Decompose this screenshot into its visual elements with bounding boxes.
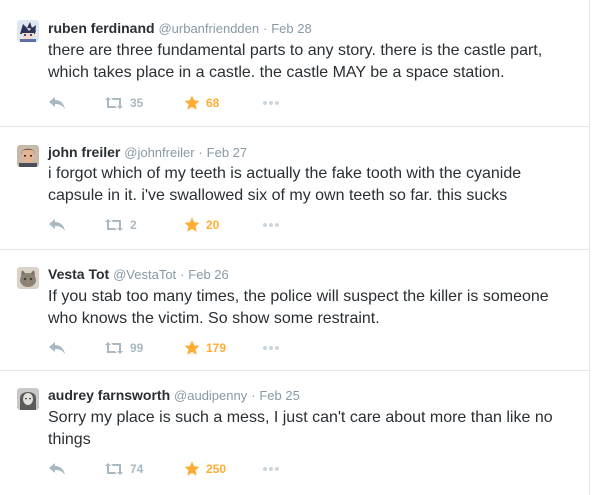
star-icon: [184, 461, 200, 476]
fullname[interactable]: audrey farnsworth: [48, 387, 170, 403]
timestamp[interactable]: Feb 26: [188, 267, 228, 282]
avatar[interactable]: [17, 20, 39, 42]
username[interactable]: @audipenny: [174, 388, 247, 403]
reply-button[interactable]: [48, 461, 66, 477]
cat-photo-avatar-icon: [17, 267, 39, 289]
separator-dot: ·: [198, 145, 203, 160]
separator-dot: ·: [251, 388, 256, 403]
tweet[interactable]: ruben ferdinand @urbanfriendden · Feb 28…: [0, 0, 589, 127]
star-icon: [184, 340, 200, 355]
separator-dot: ·: [263, 21, 268, 36]
reply-button[interactable]: [48, 217, 66, 233]
favorite-button[interactable]: 20: [184, 217, 219, 233]
tweet[interactable]: audrey farnsworth @audipenny · Feb 25 So…: [0, 371, 589, 495]
avatar[interactable]: [17, 388, 39, 410]
reply-icon: [49, 342, 65, 354]
retweet-count: 35: [130, 96, 144, 110]
more-button[interactable]: [262, 461, 280, 477]
username[interactable]: @urbanfriendden: [158, 21, 259, 36]
more-button[interactable]: [262, 217, 280, 233]
retweet-count: 2: [130, 218, 137, 232]
star-icon: [184, 217, 200, 232]
favorite-button[interactable]: 68: [184, 95, 219, 111]
more-button[interactable]: [262, 340, 280, 356]
retweet-button[interactable]: 99: [104, 340, 143, 356]
more-dots-icon: [263, 223, 279, 227]
tweet-actions: 35 68: [48, 95, 308, 111]
more-dots-icon: [263, 101, 279, 105]
person-photo-avatar-icon: [17, 388, 39, 410]
fullname[interactable]: john freiler: [48, 144, 120, 160]
tweet-actions: 74 250: [48, 461, 308, 477]
favorite-count: 20: [206, 218, 220, 232]
more-dots-icon: [263, 346, 279, 350]
anime-character-avatar-icon: [17, 20, 39, 42]
username[interactable]: @johnfreiler: [124, 145, 194, 160]
tweet[interactable]: john freiler @johnfreiler · Feb 27 i for…: [0, 127, 589, 250]
username[interactable]: @VestaTot: [113, 267, 176, 282]
favorite-count: 250: [206, 462, 227, 476]
tweet-header: john freiler @johnfreiler · Feb 27: [48, 144, 247, 161]
retweet-icon: [105, 97, 123, 109]
favorite-button[interactable]: 250: [184, 461, 226, 477]
more-dots-icon: [263, 467, 279, 471]
favorite-button[interactable]: 179: [184, 340, 226, 356]
tweet-text: i forgot which of my teeth is actually t…: [48, 165, 522, 204]
tweet-text: there are three fundamental parts to any…: [48, 42, 543, 81]
tweet-actions: 2 20: [48, 217, 308, 233]
favorite-count: 179: [206, 341, 227, 355]
person-photo-avatar-icon: [17, 145, 39, 167]
timestamp[interactable]: Feb 27: [207, 145, 247, 160]
retweet-icon: [105, 463, 123, 475]
tweet-header: Vesta Tot @VestaTot · Feb 26: [48, 266, 229, 283]
tweet-text: Sorry my place is such a mess, I just ca…: [48, 409, 553, 448]
separator-dot: ·: [180, 267, 185, 282]
fullname[interactable]: ruben ferdinand: [48, 20, 155, 36]
tweet-timeline: ruben ferdinand @urbanfriendden · Feb 28…: [0, 0, 590, 495]
tweet-actions: 99 179: [48, 340, 308, 356]
timestamp[interactable]: Feb 28: [271, 21, 311, 36]
retweet-icon: [105, 342, 123, 354]
retweet-icon: [105, 219, 123, 231]
retweet-button[interactable]: 2: [104, 217, 137, 233]
favorite-count: 68: [206, 96, 220, 110]
reply-icon: [49, 219, 65, 231]
retweet-button[interactable]: 74: [104, 461, 143, 477]
tweet-header: ruben ferdinand @urbanfriendden · Feb 28: [48, 20, 312, 37]
retweet-button[interactable]: 35: [104, 95, 143, 111]
avatar[interactable]: [17, 145, 39, 167]
reply-button[interactable]: [48, 340, 66, 356]
tweet-header: audrey farnsworth @audipenny · Feb 25: [48, 387, 300, 404]
tweet-text: If you stab too many times, the police w…: [48, 288, 549, 327]
reply-icon: [49, 97, 65, 109]
avatar[interactable]: [17, 267, 39, 289]
reply-button[interactable]: [48, 95, 66, 111]
retweet-count: 74: [130, 462, 144, 476]
star-icon: [184, 95, 200, 110]
retweet-count: 99: [130, 341, 144, 355]
more-button[interactable]: [262, 95, 280, 111]
reply-icon: [49, 463, 65, 475]
timestamp[interactable]: Feb 25: [259, 388, 299, 403]
tweet[interactable]: Vesta Tot @VestaTot · Feb 26 If you stab…: [0, 250, 589, 371]
fullname[interactable]: Vesta Tot: [48, 266, 109, 282]
